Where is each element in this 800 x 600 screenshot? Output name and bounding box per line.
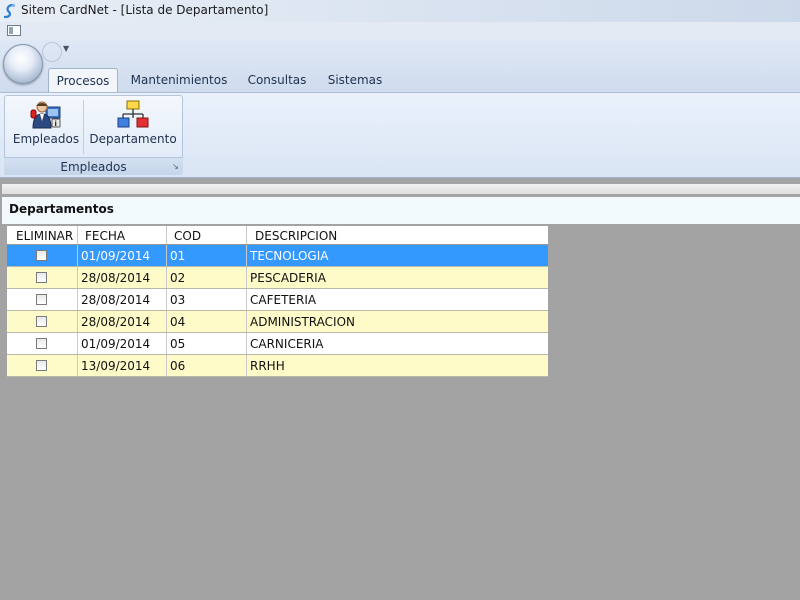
- empleados-button[interactable]: i Empleados: [12, 97, 80, 155]
- qat-dropdown-icon[interactable]: ▼: [63, 44, 69, 53]
- column-header-fecha[interactable]: FECHA: [78, 226, 167, 244]
- grid-header: ELIMINAR FECHA COD DESCRIPCION: [7, 226, 548, 245]
- eliminar-checkbox[interactable]: [36, 250, 47, 261]
- org-chart-icon: [117, 100, 149, 128]
- table-row[interactable]: 01/09/2014 01 TECNOLOGIA: [7, 245, 548, 267]
- window-title: Sitem CardNet - [Lista de Departamento]: [21, 3, 269, 17]
- eliminar-checkbox[interactable]: [36, 294, 47, 305]
- column-header-eliminar[interactable]: ELIMINAR: [7, 226, 78, 244]
- eliminar-cell[interactable]: [7, 311, 78, 332]
- eliminar-checkbox[interactable]: [36, 360, 47, 371]
- table-row[interactable]: 28/08/2014 02 PESCADERIA: [7, 267, 548, 289]
- descripcion-cell: RRHH: [250, 359, 285, 373]
- cod-cell: 06: [167, 355, 247, 376]
- column-header-cod[interactable]: COD: [167, 226, 247, 244]
- fecha-cell: 28/08/2014: [78, 267, 167, 288]
- eliminar-cell[interactable]: [7, 267, 78, 288]
- ribbon-group-label: Empleados: [4, 157, 183, 175]
- eliminar-checkbox[interactable]: [36, 316, 47, 327]
- ribbon-separator: [83, 100, 84, 154]
- fecha-cell: 28/08/2014: [78, 289, 167, 310]
- eliminar-cell[interactable]: [7, 245, 78, 266]
- eliminar-cell[interactable]: [7, 333, 78, 354]
- svg-text:i: i: [55, 120, 57, 128]
- cod-cell: 01: [167, 245, 247, 266]
- eliminar-checkbox[interactable]: [36, 338, 47, 349]
- descripcion-cell: PESCADERIA: [250, 271, 326, 285]
- table-row[interactable]: 13/09/2014 06 RRHH: [7, 355, 548, 377]
- mdi-child-icon[interactable]: [7, 25, 21, 36]
- app-icon: [3, 3, 16, 19]
- departamento-button-label: Departamento: [89, 132, 177, 146]
- departments-grid: ELIMINAR FECHA COD DESCRIPCION 01/09/201…: [7, 226, 548, 377]
- column-header-descripcion[interactable]: DESCRIPCION: [247, 226, 548, 244]
- eliminar-checkbox[interactable]: [36, 272, 47, 283]
- descripcion-cell: TECNOLOGIA: [250, 249, 329, 263]
- cod-cell: 03: [167, 289, 247, 310]
- table-row[interactable]: 01/09/2014 05 CARNICERIA: [7, 333, 548, 355]
- fecha-cell: 01/09/2014: [78, 333, 167, 354]
- employee-icon: i: [30, 101, 61, 129]
- title-bar: Sitem CardNet - [Lista de Departamento]: [0, 0, 800, 22]
- descripcion-cell: CARNICERIA: [250, 337, 324, 351]
- tab-consultas[interactable]: Consultas: [244, 68, 310, 92]
- descripcion-cell: CAFETERIA: [250, 293, 317, 307]
- form-title: Departamentos: [9, 202, 114, 216]
- descripcion-cell: ADMINISTRACION: [250, 315, 355, 329]
- table-row[interactable]: 28/08/2014 04 ADMINISTRACION: [7, 311, 548, 333]
- cod-cell: 02: [167, 267, 247, 288]
- eliminar-cell[interactable]: [7, 355, 78, 376]
- tab-procesos[interactable]: Procesos: [48, 68, 118, 92]
- fecha-cell: 13/09/2014: [78, 355, 167, 376]
- table-row[interactable]: 28/08/2014 03 CAFETERIA: [7, 289, 548, 311]
- departamento-button[interactable]: Departamento: [88, 97, 178, 155]
- cod-cell: 05: [167, 333, 247, 354]
- fecha-cell: 01/09/2014: [78, 245, 167, 266]
- fecha-cell: 28/08/2014: [78, 311, 167, 332]
- empleados-button-label: Empleados: [12, 132, 80, 146]
- quick-access-toolbar[interactable]: [42, 42, 62, 62]
- tab-sistemas[interactable]: Sistemas: [324, 68, 386, 92]
- form-header: [2, 197, 800, 224]
- application-orb-button[interactable]: [3, 44, 43, 84]
- ribbon-header: [0, 40, 800, 92]
- tab-mantenimientos[interactable]: Mantenimientos: [128, 68, 230, 92]
- eliminar-cell[interactable]: [7, 289, 78, 310]
- mdi-child-frame: [2, 184, 800, 194]
- mdi-strip: [0, 22, 800, 41]
- dialog-launcher-icon[interactable]: ↘: [171, 162, 180, 171]
- cod-cell: 04: [167, 311, 247, 332]
